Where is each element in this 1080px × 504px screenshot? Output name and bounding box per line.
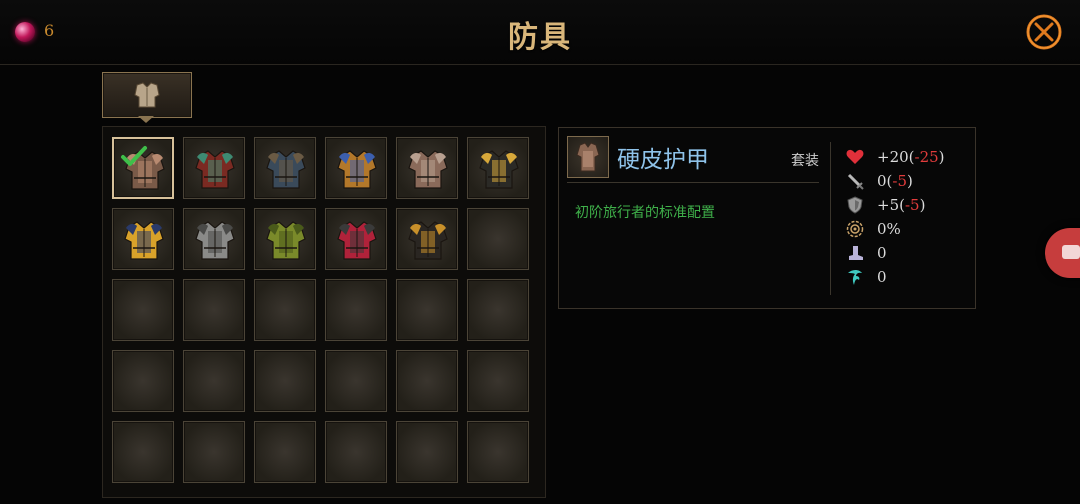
inventory-slot-empty[interactable]: [467, 421, 529, 483]
inventory-slot-empty[interactable]: [183, 421, 245, 483]
item-detail-panel: 硬皮护甲 套装 初阶旅行者的标准配置 +20(-25) 0(-5) +5(-5)…: [558, 127, 976, 309]
inventory-slot[interactable]: [396, 208, 458, 270]
inventory-slot[interactable]: [396, 137, 458, 199]
chest-armor-icon: [134, 82, 160, 108]
inventory-slot-empty[interactable]: [254, 279, 316, 341]
inventory-slot-empty[interactable]: [112, 350, 174, 412]
golden-lion-armor-icon: [124, 221, 164, 260]
item-description: 初阶旅行者的标准配置: [575, 205, 715, 221]
divider: [830, 142, 831, 295]
inventory-slot-empty[interactable]: [467, 208, 529, 270]
inventory-slot-empty[interactable]: [183, 279, 245, 341]
stat-speed: 0: [845, 243, 965, 263]
dark-gold-armor-icon: [408, 221, 448, 260]
inventory-slot[interactable]: [183, 208, 245, 270]
boot-icon: [849, 246, 863, 260]
shield-icon: [847, 196, 863, 214]
close-button[interactable]: [1025, 13, 1063, 51]
stat-attack: 0(-5): [845, 171, 965, 191]
stat-value: 0%: [877, 220, 901, 238]
inventory-slot-empty[interactable]: [396, 350, 458, 412]
stat-value: +5(: [877, 196, 905, 214]
heart-icon: [846, 149, 864, 164]
inventory-slot-empty[interactable]: [112, 421, 174, 483]
inventory-slot-empty[interactable]: [325, 350, 387, 412]
tab-armor-category[interactable]: [102, 72, 192, 118]
stat-crit: 0%: [845, 219, 965, 239]
inventory-slot-empty[interactable]: [325, 279, 387, 341]
inventory-slot[interactable]: [254, 208, 316, 270]
set-label[interactable]: 套装: [791, 150, 819, 170]
stat-health: +20(-25): [845, 147, 965, 167]
stat-penalty: -5: [904, 196, 920, 214]
crit-gear-icon: [846, 220, 864, 238]
divider: [567, 182, 819, 183]
red-green-armor-icon: [195, 150, 235, 189]
stat-value: 0: [877, 244, 887, 262]
stat-paren: ): [938, 148, 945, 166]
gold-dark-armor-icon: [479, 150, 519, 189]
close-icon: [1026, 14, 1062, 50]
inventory-slot-empty[interactable]: [396, 279, 458, 341]
camera-icon: [1062, 245, 1080, 259]
leather-armor-icon: [576, 142, 600, 172]
inventory-slot-empty[interactable]: [112, 279, 174, 341]
tab-pointer: [138, 116, 154, 123]
stat-penalty: -5: [892, 172, 908, 190]
inventory-slot-empty[interactable]: [254, 350, 316, 412]
stat-defense: +5(-5): [845, 195, 965, 215]
record-button[interactable]: [1045, 228, 1080, 278]
stat-value: 0(: [877, 172, 893, 190]
equipped-check-icon: [121, 146, 147, 166]
bronze-plate-armor-icon: [408, 150, 448, 189]
stat-paren: ): [907, 172, 913, 190]
steel-plate-armor-icon: [195, 221, 235, 260]
sword-icon: [847, 173, 864, 190]
inventory-slot-empty[interactable]: [467, 279, 529, 341]
inventory-slot-empty[interactable]: [183, 350, 245, 412]
inventory-slot-empty[interactable]: [254, 421, 316, 483]
inventory-slot-empty[interactable]: [467, 350, 529, 412]
gold-blue-armor-icon: [337, 150, 377, 189]
item-name: 硬皮护甲: [617, 147, 709, 173]
inventory-slot[interactable]: [325, 208, 387, 270]
stat-value: +20(: [877, 148, 915, 166]
crimson-armor-icon: [337, 221, 377, 260]
inventory-slot[interactable]: [325, 137, 387, 199]
inventory-slot[interactable]: [112, 208, 174, 270]
stat-dodge: 0: [845, 267, 965, 287]
inventory-slot[interactable]: [112, 137, 174, 199]
top-bar: 6 防具: [0, 0, 1080, 65]
green-ornate-armor-icon: [266, 221, 306, 260]
inventory-slot-empty[interactable]: [396, 421, 458, 483]
inventory-slot[interactable]: [467, 137, 529, 199]
inventory-slot[interactable]: [254, 137, 316, 199]
inventory-grid: [102, 126, 546, 498]
page-title: 防具: [508, 20, 572, 55]
stat-penalty: -25: [914, 148, 939, 166]
selected-item-icon: [567, 136, 609, 178]
stat-paren: ): [919, 196, 926, 214]
inventory-slot[interactable]: [183, 137, 245, 199]
stat-value: 0: [877, 268, 887, 286]
dodge-wing-icon: [848, 270, 862, 285]
inventory-slot-empty[interactable]: [325, 421, 387, 483]
blue-steel-armor-icon: [266, 150, 306, 189]
